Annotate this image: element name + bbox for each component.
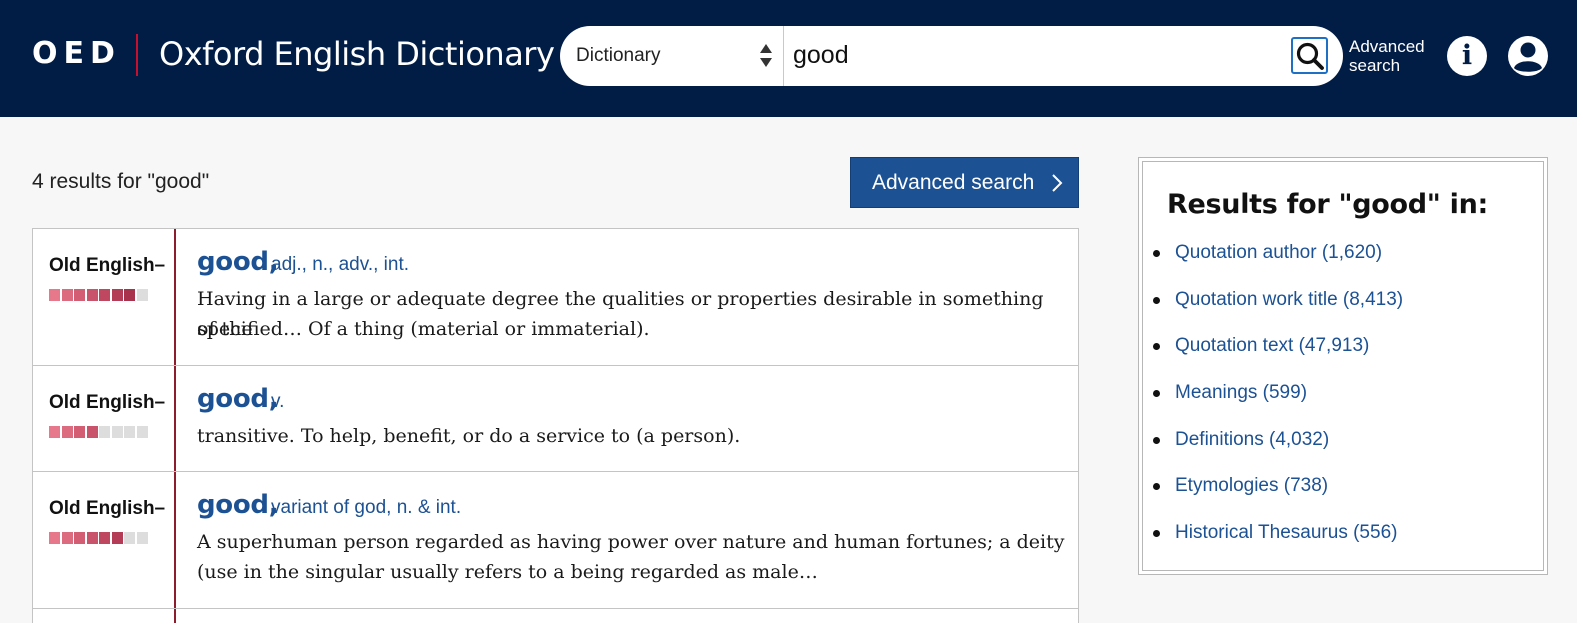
frequency-segment-empty <box>99 426 110 438</box>
frequency-segment-filled <box>99 289 110 301</box>
headword-link[interactable]: good, <box>197 247 279 277</box>
part-of-speech: v. <box>271 391 285 412</box>
sidebar-item-meanings[interactable]: Meanings (599) <box>1153 382 1308 404</box>
bullet <box>1153 530 1160 537</box>
bullet <box>1153 437 1160 444</box>
sidebar-item-definitions[interactable]: Definitions (4,032) <box>1153 429 1330 451</box>
frequency-segment-filled <box>86 532 98 544</box>
frequency-segment-empty <box>111 426 123 438</box>
search-bar: Dictionary good <box>560 26 1343 86</box>
result-date-column: Old English– <box>33 472 176 608</box>
sidebar-item-label: Quotation work title (8,413) <box>1175 289 1404 310</box>
frequency-segment-empty <box>124 532 135 544</box>
sidebar-item-historical-thesaurus[interactable]: Historical Thesaurus (556) <box>1153 522 1398 544</box>
logo-divider <box>136 34 138 76</box>
results-list: Old English– good, adj., n., adv., int. … <box>32 228 1079 623</box>
frequency-segment-filled <box>86 426 98 438</box>
frequency-segment-filled <box>61 532 73 544</box>
headword-link[interactable]: good, <box>197 490 279 520</box>
sidebar-item-quotation-text[interactable]: Quotation text (47,913) <box>1153 335 1370 357</box>
frequency-segment-empty <box>136 532 148 544</box>
search-scope-value: Dictionary <box>576 45 661 66</box>
site-title[interactable]: Oxford English Dictionary <box>159 35 555 73</box>
bullet <box>1153 390 1160 397</box>
search-scope-select[interactable]: Dictionary <box>560 26 784 86</box>
advanced-search-button-label: Advanced search <box>872 171 1035 194</box>
result-date-column: Old English– <box>33 229 176 365</box>
sidebar-item-quotation-author[interactable]: Quotation author (1,620) <box>1153 242 1383 264</box>
result-date-column: Old English– <box>33 366 176 471</box>
headword-link[interactable]: good, <box>197 384 279 414</box>
frequency-segment-filled <box>49 426 60 438</box>
sidebar-item-label: Quotation text (47,913) <box>1175 335 1370 356</box>
sidebar-item-label: Historical Thesaurus (556) <box>1175 522 1398 543</box>
result-row[interactable]: Old English– good, variant of god, n. & … <box>33 472 1078 609</box>
sort-arrows-icon <box>760 44 772 67</box>
chevron-right-icon <box>1052 174 1063 192</box>
definition-line: transitive. To help, benefit, or do a se… <box>197 425 741 447</box>
frequency-segment-filled <box>49 289 60 301</box>
result-row[interactable]: Old English– good, adj., n., adv., int. … <box>33 229 1078 366</box>
definition-line: (use in the singular usually refers to a… <box>197 561 818 583</box>
oed-logo[interactable]: OED <box>32 36 121 71</box>
part-of-speech: adj., n., adv., int. <box>271 254 410 275</box>
sidebar-item-label: Definitions (4,032) <box>1175 429 1330 450</box>
part-of-speech[interactable]: variant of god, n. & int. <box>271 497 461 519</box>
frequency-segment-filled <box>61 289 73 301</box>
definition-line: specified… Of a thing (material or immat… <box>197 318 650 340</box>
result-row[interactable]: Old English– good, v. transitive. To hel… <box>33 366 1078 472</box>
frequency-segment-filled <box>74 532 85 544</box>
frequency-segment-filled <box>111 289 123 301</box>
info-icon[interactable]: i <box>1447 36 1487 76</box>
sidebar-item-label: Etymologies (738) <box>1175 475 1329 496</box>
bullet <box>1153 297 1160 304</box>
frequency-segment-empty <box>136 289 148 301</box>
results-in-panel-inner: Results for "good" in: Quotation author … <box>1142 161 1544 571</box>
frequency-segment-filled <box>111 532 123 544</box>
date-label: Old English– <box>49 255 166 276</box>
bullet <box>1153 250 1160 257</box>
result-row[interactable] <box>33 609 1078 623</box>
frequency-segment-filled <box>124 289 135 301</box>
search-input[interactable]: good <box>793 41 849 70</box>
header-advanced-search-link[interactable]: Advanced search <box>1349 37 1429 75</box>
site-header: OED Oxford English Dictionary Dictionary… <box>0 0 1577 117</box>
magnifier-icon <box>1296 42 1324 70</box>
result-date-column <box>33 609 176 623</box>
frequency-segment-empty <box>136 426 148 438</box>
date-label: Old English– <box>49 498 166 519</box>
sidebar-item-quotation-work-title[interactable]: Quotation work title (8,413) <box>1153 289 1404 311</box>
advanced-search-button[interactable]: Advanced search <box>850 157 1079 208</box>
bullet <box>1153 483 1160 490</box>
date-label: Old English– <box>49 392 166 413</box>
frequency-segment-empty <box>124 426 135 438</box>
frequency-segment-filled <box>74 289 85 301</box>
frequency-segment-filled <box>61 426 73 438</box>
sidebar-item-etymologies[interactable]: Etymologies (738) <box>1153 475 1329 497</box>
frequency-segment-filled <box>49 532 60 544</box>
user-account-icon[interactable] <box>1507 35 1549 77</box>
results-in-panel: Results for "good" in: Quotation author … <box>1138 157 1548 575</box>
results-in-title: Results for "good" in: <box>1167 189 1488 220</box>
bullet <box>1153 343 1160 350</box>
frequency-segment-filled <box>86 289 98 301</box>
sidebar-item-label: Meanings (599) <box>1175 382 1308 403</box>
sidebar-item-label: Quotation author (1,620) <box>1175 242 1383 263</box>
definition-line: A superhuman person regarded as having p… <box>197 531 1065 553</box>
frequency-segment-filled <box>99 532 110 544</box>
search-submit-button[interactable] <box>1291 37 1328 74</box>
frequency-segment-filled <box>74 426 85 438</box>
results-count: 4 results for "good" <box>32 170 210 193</box>
